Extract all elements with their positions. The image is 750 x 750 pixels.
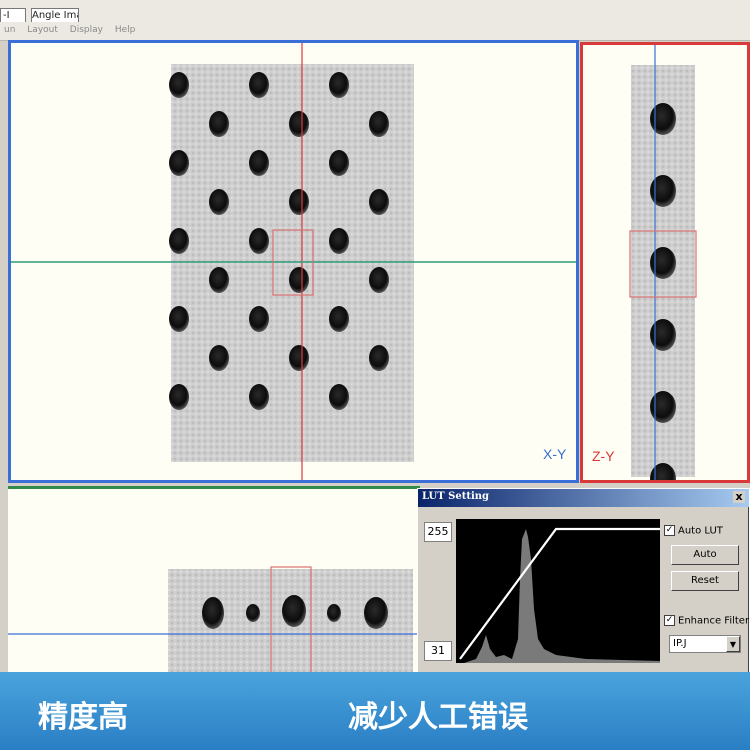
reset-button[interactable]: Reset [671,571,739,591]
enhance-filter-label: Enhance Filter [678,615,750,627]
xy-dot [289,267,309,293]
zy-dot [650,175,676,207]
xz-image [8,566,420,676]
xy-dot [209,189,229,215]
xy-view-panel[interactable]: X-Y [8,40,579,483]
xz-dot [364,597,388,629]
xy-dot [249,228,269,254]
xy-dot [329,150,349,176]
top-toolbar: -I Angle Image un Layout Display Help [0,0,750,41]
histogram-plot[interactable] [456,519,660,663]
auto-button[interactable]: Auto [671,545,739,565]
enhance-filter-check-icon: ✓ [664,615,675,626]
menu-item-display[interactable]: Display [70,25,103,35]
xy-dot [329,306,349,332]
close-button[interactable]: x [733,491,745,503]
xy-dot [369,189,389,215]
menu-bar: un Layout Display Help [4,25,144,37]
zy-image [629,45,697,480]
feature-banner: 精度高 减少人工错误 [0,672,750,750]
xy-dot [169,306,189,332]
lut-max-field[interactable]: 255 [424,522,452,542]
xy-dot [369,345,389,371]
xy-dot [369,111,389,137]
xy-dot [249,306,269,332]
xy-dot [209,345,229,371]
chevron-down-icon[interactable]: ▼ [726,636,740,652]
xy-dot [249,384,269,410]
xy-dot [169,72,189,98]
filter-select-value: IP.J [673,638,687,649]
xy-dot [169,150,189,176]
xy-dot [289,189,309,215]
zy-view-label: Z-Y [592,448,615,464]
xy-dot [289,111,309,137]
xy-dot [209,267,229,293]
xy-dot [249,72,269,98]
auto-lut-check-icon: ✓ [664,525,675,536]
xz-view-panel[interactable] [8,486,420,679]
xy-dot [289,345,309,371]
enhance-filter-checkbox[interactable]: ✓ Enhance Filter [664,615,749,627]
menu-item-file[interactable]: un [4,25,15,35]
xz-dot [246,604,260,622]
tab-left[interactable]: -I [0,8,26,22]
xy-dot [249,150,269,176]
xz-dot [282,595,306,627]
zy-dot [650,391,676,423]
xy-dot [169,384,189,410]
filter-select[interactable]: IP.J ▼ [669,635,741,653]
xy-dot [169,228,189,254]
xy-dot [209,111,229,137]
xy-dot [329,384,349,410]
lut-title: LUT Setting [422,491,490,502]
xy-dot [329,228,349,254]
banner-left-text: 精度高 [38,700,128,735]
xz-dot [202,597,224,629]
auto-lut-label: Auto LUT [678,525,723,537]
xy-image [11,43,576,480]
banner-right-text: 减少人工错误 [348,700,528,735]
zy-dot [650,319,676,351]
xz-dot [327,604,341,622]
menu-item-help[interactable]: Help [115,25,136,35]
zy-view-panel[interactable]: Z-Y [580,42,750,483]
auto-lut-checkbox[interactable]: ✓ Auto LUT [664,525,723,537]
zy-dot [650,103,676,135]
xy-view-label: X-Y [543,446,567,462]
menu-item-layout[interactable]: Layout [27,25,58,35]
xy-dot [369,267,389,293]
tab-angle-image[interactable]: Angle Image [31,8,79,22]
zy-dot [650,247,676,279]
lut-min-field[interactable]: 31 [424,641,452,661]
lut-setting-dialog: LUT Setting x 255 31 ✓ Auto LUT Auto Rese… [417,488,750,678]
xy-dot [329,72,349,98]
lut-title-bar[interactable]: LUT Setting x [418,489,749,507]
